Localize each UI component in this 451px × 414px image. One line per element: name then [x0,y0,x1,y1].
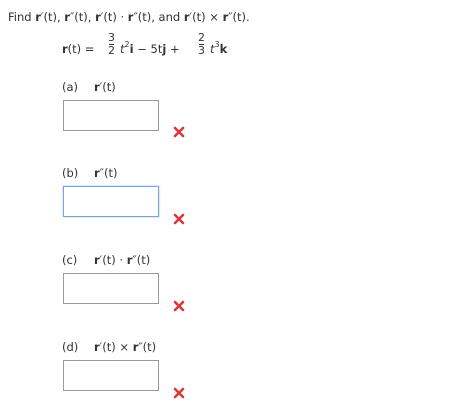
fraction-three-halves: 32 [108,31,115,57]
answer-input-a[interactable] [63,100,159,131]
part-c-label: (c) r′(t) · r″(t) [62,253,151,267]
part-b-label: (b) r″(t) [62,166,118,180]
x-mark-icon [173,300,185,312]
term-i: t2i − 5tj + [120,40,180,56]
part-d-label: (d) r′(t) × r″(t) [62,340,157,354]
term-k: t3k [210,40,228,56]
answer-input-d[interactable] [63,360,159,391]
answer-input-c[interactable] [63,273,159,304]
equation-lhs: r(t) = [62,42,95,56]
x-mark-icon [173,387,185,399]
x-mark-icon [173,213,185,225]
x-mark-icon [173,126,185,138]
problem-prompt: Find r′(t), r″(t), r′(t) · r″(t), and r′… [8,10,250,24]
answer-input-b[interactable] [63,186,159,217]
fraction-two-thirds: 23 [198,31,205,57]
part-a-label: (a) r′(t) [62,80,116,94]
